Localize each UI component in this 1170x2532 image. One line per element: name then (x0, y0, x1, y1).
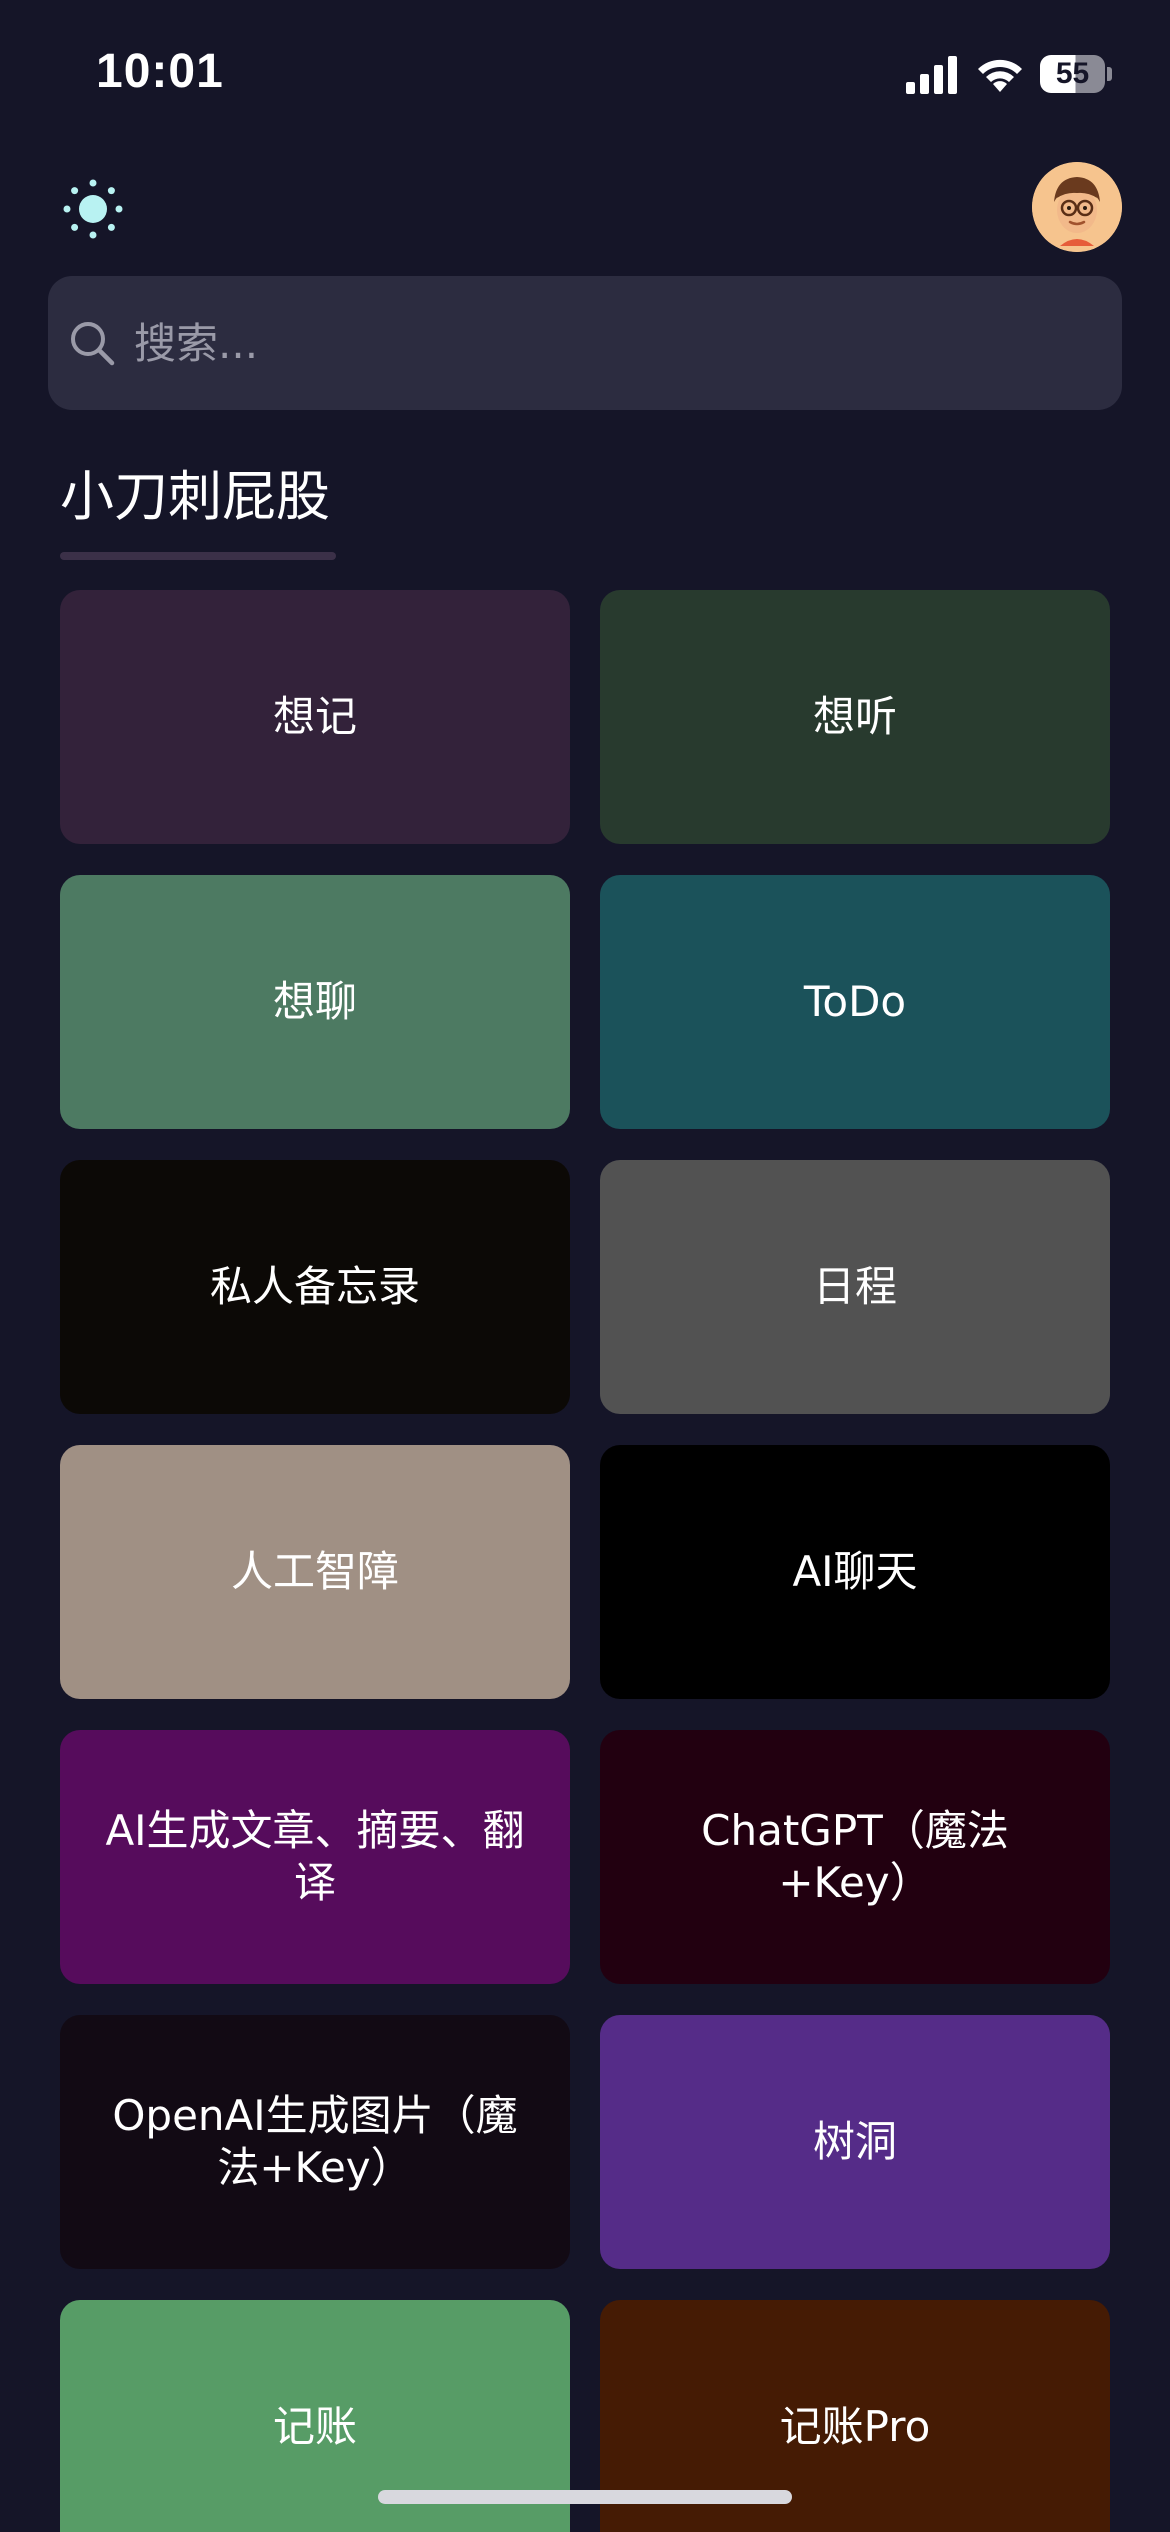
tile-xiangji[interactable]: 想记 (60, 590, 570, 844)
cellular-signal-icon (906, 56, 957, 94)
search-icon (71, 322, 115, 366)
app-screen: 10:01 55 搜索... 小刀刺屁股 想记 想听 想聊 ToDo 私人备忘录… (0, 0, 1170, 2532)
tile-schedule[interactable]: 日程 (600, 1160, 1110, 1414)
battery-icon: 55 (1040, 54, 1112, 94)
battery-level: 55 (1040, 55, 1106, 93)
tile-xiangting[interactable]: 想听 (600, 590, 1110, 844)
tile-chatgpt[interactable]: ChatGPT（魔法+Key） (600, 1730, 1110, 1984)
tile-private-memo[interactable]: 私人备忘录 (60, 1160, 570, 1414)
sun-icon[interactable] (62, 178, 124, 240)
status-bar: 10:01 55 (0, 0, 1170, 150)
home-indicator[interactable] (378, 2490, 792, 2504)
status-indicators: 55 (904, 50, 1112, 98)
tile-todo[interactable]: ToDo (600, 875, 1110, 1129)
feature-grid: 想记 想听 想聊 ToDo 私人备忘录 日程 人工智障 AI聊天 AI生成文章、… (60, 590, 1110, 2532)
search-bar[interactable] (48, 276, 1122, 410)
wifi-icon (978, 59, 1022, 92)
memoji-avatar-icon (1032, 162, 1122, 252)
tile-ai-writing[interactable]: AI生成文章、摘要、翻译 (60, 1730, 570, 1984)
status-time: 10:01 (96, 45, 224, 98)
tile-artificial-idiot[interactable]: 人工智障 (60, 1445, 570, 1699)
tile-openai-image[interactable]: OpenAI生成图片（魔法+Key） (60, 2015, 570, 2269)
battery-cap (1107, 67, 1112, 81)
search-input[interactable] (134, 303, 1094, 383)
tile-xiangliao[interactable]: 想聊 (60, 875, 570, 1129)
section-title: 小刀刺屁股 (60, 465, 330, 528)
tile-tree-hole[interactable]: 树洞 (600, 2015, 1110, 2269)
avatar[interactable] (1032, 162, 1122, 252)
section-underline (60, 552, 336, 560)
tile-ai-chat[interactable]: AI聊天 (600, 1445, 1110, 1699)
